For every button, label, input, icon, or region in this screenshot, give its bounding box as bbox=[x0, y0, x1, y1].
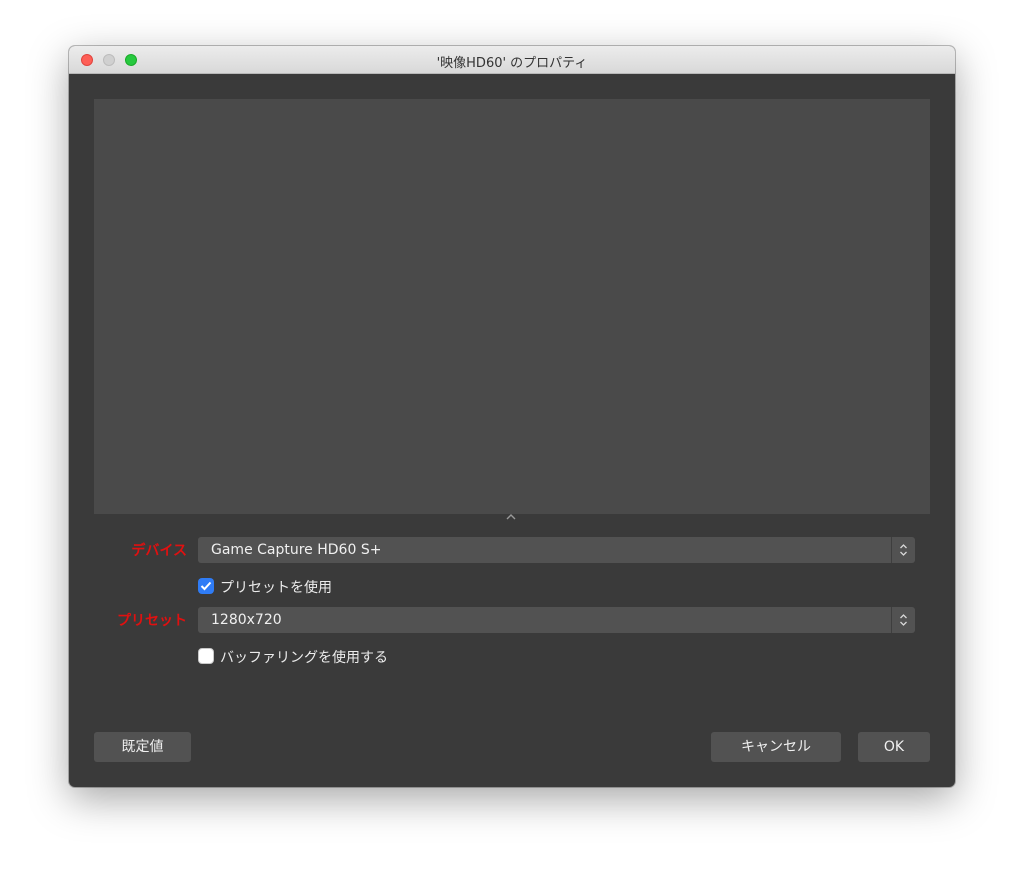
device-select[interactable]: Game Capture HD60 S+ bbox=[198, 537, 915, 563]
chevron-up-icon bbox=[506, 513, 516, 523]
source-preview bbox=[94, 99, 930, 514]
up-down-chevron-icon[interactable] bbox=[891, 607, 915, 633]
defaults-button[interactable]: 既定値 bbox=[94, 732, 191, 762]
splitter-handle[interactable] bbox=[506, 514, 516, 522]
ok-button[interactable]: OK bbox=[858, 732, 930, 762]
use-buffering-label[interactable]: バッファリングを使用する bbox=[220, 647, 388, 667]
checkmark-icon bbox=[200, 581, 212, 591]
title-bar[interactable]: '映像HD60' のプロパティ bbox=[69, 46, 955, 74]
device-select-value: Game Capture HD60 S+ bbox=[211, 542, 382, 558]
window-title: '映像HD60' のプロパティ bbox=[436, 56, 588, 71]
use-preset-label[interactable]: プリセットを使用 bbox=[220, 577, 332, 597]
use-preset-checkbox[interactable] bbox=[198, 578, 214, 594]
use-buffering-checkbox[interactable] bbox=[198, 648, 214, 664]
up-down-chevron-icon[interactable] bbox=[891, 537, 915, 563]
preset-select-value: 1280x720 bbox=[211, 612, 282, 628]
properties-window: '映像HD60' のプロパティ デバイス Game Capture HD60 S… bbox=[69, 46, 955, 787]
device-label: デバイス bbox=[131, 543, 187, 559]
cancel-button[interactable]: キャンセル bbox=[711, 732, 841, 762]
preset-select[interactable]: 1280x720 bbox=[198, 607, 915, 633]
preset-label: プリセット bbox=[117, 613, 187, 629]
